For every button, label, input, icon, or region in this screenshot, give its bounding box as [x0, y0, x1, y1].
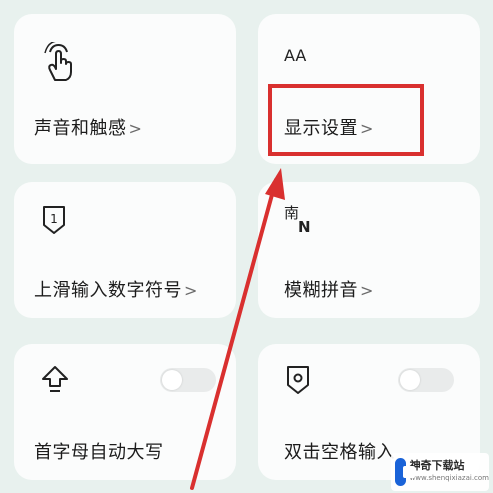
site-logo-icon: [395, 458, 415, 486]
watermark-subtitle: www.shenqixiazai.com: [409, 474, 489, 482]
site-watermark: 神奇下载站 www.shenqixiazai.com: [391, 453, 489, 491]
annotation-arrow: [190, 168, 285, 490]
watermark-title: 神奇下载站: [409, 459, 465, 472]
